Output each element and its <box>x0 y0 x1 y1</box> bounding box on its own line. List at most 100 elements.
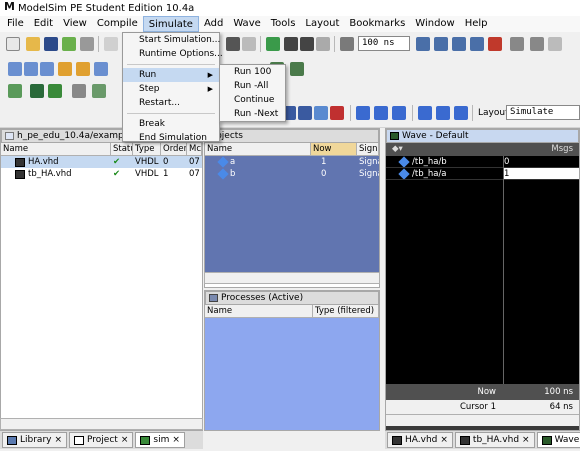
tab-wave[interactable]: Wave× <box>536 432 580 448</box>
wave-step-icon[interactable] <box>8 84 22 98</box>
step-current-icon[interactable] <box>436 106 450 120</box>
processes-pane-icon <box>209 294 218 302</box>
zoom-area-icon[interactable] <box>76 62 90 76</box>
col-name[interactable]: Name <box>205 305 313 317</box>
menu-compile[interactable]: Compile <box>92 16 143 32</box>
menu-item-step[interactable]: Step ▶ <box>123 82 219 96</box>
close-icon[interactable]: × <box>440 435 448 445</box>
tab-library[interactable]: Library × <box>2 432 68 448</box>
menu-item-run[interactable]: Run ▶ <box>123 68 219 82</box>
up-arrow-icon[interactable] <box>284 37 298 51</box>
forward-icon[interactable] <box>316 37 330 51</box>
wave-block-icon[interactable] <box>30 84 44 98</box>
objects-scrollbar[interactable] <box>204 272 380 284</box>
menu-item-runtime-options[interactable]: Runtime Options... <box>123 47 223 61</box>
menu-item-start-simulation[interactable]: Start Simulation... <box>123 33 220 47</box>
step-into-icon[interactable] <box>356 106 370 120</box>
hand-icon[interactable] <box>548 37 562 51</box>
wave-title: Wave - Default <box>402 131 469 141</box>
library-scrollbar[interactable] <box>0 418 203 430</box>
zoom-fit-icon[interactable] <box>40 62 54 76</box>
col-name[interactable]: Name <box>1 143 111 155</box>
tab-project[interactable]: Project × <box>69 432 134 448</box>
menu-help[interactable]: Help <box>460 16 493 32</box>
menu-edit[interactable]: Edit <box>29 16 58 32</box>
left-tab-bar: Library × Project × sim × <box>0 431 203 449</box>
zoom-out-icon[interactable] <box>24 62 38 76</box>
table-row[interactable]: HA.vhd ✔ VHDL 0 07 <box>1 156 202 168</box>
run-icon[interactable] <box>416 37 430 51</box>
cut-icon[interactable] <box>104 37 118 51</box>
memory-icon[interactable] <box>530 37 544 51</box>
layout-select[interactable]: Simulate <box>506 105 580 120</box>
menu-item-restart[interactable]: Restart... <box>123 96 219 110</box>
checkmark-icon: ✔ <box>113 157 121 167</box>
back-icon[interactable] <box>300 37 314 51</box>
tab-ha-vhd[interactable]: HA.vhd × <box>387 432 453 448</box>
step-forward-icon[interactable] <box>454 106 468 120</box>
open-folder-icon[interactable] <box>26 37 40 51</box>
print-icon[interactable] <box>80 37 94 51</box>
close-icon[interactable]: × <box>54 435 62 445</box>
wave-scrollbar[interactable] <box>386 414 579 426</box>
clear-icon[interactable] <box>330 106 344 120</box>
continue-icon[interactable] <box>434 37 448 51</box>
break-icon[interactable] <box>470 37 484 51</box>
tab-tb-ha-vhd[interactable]: tb_HA.vhd × <box>454 432 535 448</box>
format-icon[interactable] <box>242 37 256 51</box>
zoom-full-icon[interactable] <box>94 62 108 76</box>
menu-simulate[interactable]: Simulate <box>142 16 199 32</box>
zoom-in-icon[interactable] <box>8 62 22 76</box>
run-length-field[interactable]: 100 ns <box>358 36 410 51</box>
watch-icon[interactable] <box>314 106 328 120</box>
menu-window[interactable]: Window <box>410 16 459 32</box>
wave-tools-icon[interactable]: ◆▾ <box>386 143 504 156</box>
menu-item-end-simulation[interactable]: End Simulation <box>123 131 219 145</box>
compile-icon[interactable] <box>266 37 280 51</box>
menu-file[interactable]: File <box>2 16 29 32</box>
col-name[interactable]: Name <box>205 143 311 155</box>
col-now[interactable]: Now <box>311 143 357 155</box>
menu-item-run-next[interactable]: Run -Next <box>220 107 285 121</box>
wave-signal-row[interactable]: /tb_ha/a <box>386 168 503 180</box>
menu-item-run-all[interactable]: Run -All <box>220 79 285 93</box>
menu-bookmarks[interactable]: Bookmarks <box>344 16 410 32</box>
object-row[interactable]: a 1 Signa <box>205 156 379 168</box>
processes-title: Processes (Active) <box>221 293 304 303</box>
tab-sim[interactable]: sim × <box>135 432 185 448</box>
menu-item-break[interactable]: Break <box>123 117 219 131</box>
col-kind[interactable]: Sign <box>357 143 379 155</box>
close-icon[interactable]: × <box>172 435 180 445</box>
menu-view[interactable]: View <box>58 16 92 32</box>
save-icon[interactable] <box>44 37 58 51</box>
menu-wave[interactable]: Wave <box>228 16 265 32</box>
close-icon[interactable]: × <box>522 435 530 445</box>
object-row[interactable]: b 0 Signa <box>205 168 379 180</box>
wave-signal-name: /tb_ha/b <box>412 156 447 167</box>
stop-icon[interactable] <box>488 37 502 51</box>
menu-item-continue[interactable]: Continue <box>220 93 285 107</box>
schematic-icon[interactable] <box>290 62 304 76</box>
table-row[interactable]: tb_HA.vhd ✔ VHDL 1 07 <box>1 168 202 180</box>
find-icon[interactable] <box>226 37 240 51</box>
zoom-cursor-icon[interactable] <box>58 62 72 76</box>
menu-add[interactable]: Add <box>199 16 228 32</box>
menu-item-run-100[interactable]: Run 100 <box>220 65 285 79</box>
close-icon[interactable]: × <box>121 435 129 445</box>
list-view-icon[interactable] <box>298 106 312 120</box>
menu-layout[interactable]: Layout <box>300 16 344 32</box>
col-type-filtered[interactable]: Type (filtered) <box>313 305 379 317</box>
wave-signal-row[interactable]: /tb_ha/b <box>386 156 503 168</box>
wave-gray-icon[interactable] <box>72 84 86 98</box>
step-out-icon[interactable] <box>392 106 406 120</box>
step-over-icon[interactable] <box>374 106 388 120</box>
run-all-icon[interactable] <box>452 37 466 51</box>
wave-line-icon[interactable] <box>92 84 106 98</box>
wave-cursor-row[interactable]: Cursor 1 64 ns <box>386 400 579 414</box>
performance-icon[interactable] <box>510 37 524 51</box>
new-file-icon[interactable] <box>6 37 20 51</box>
wave-green-icon[interactable] <box>48 84 62 98</box>
step-back-icon[interactable] <box>418 106 432 120</box>
menu-tools[interactable]: Tools <box>266 16 301 32</box>
reload-icon[interactable] <box>62 37 76 51</box>
